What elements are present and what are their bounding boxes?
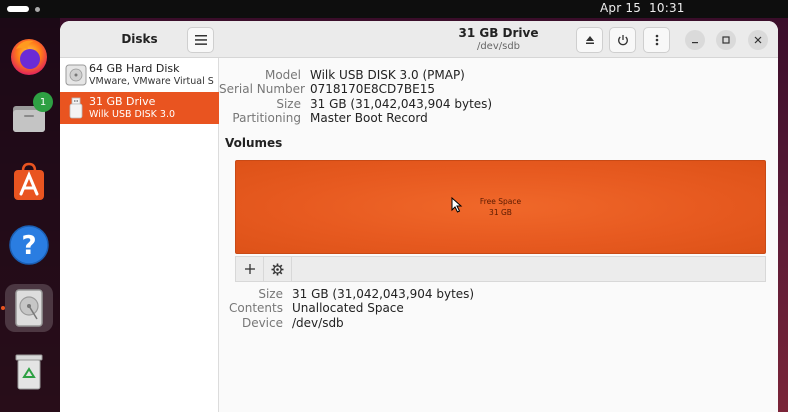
volume-block-size: 31 GB xyxy=(489,208,512,217)
volume-contents-value: Unallocated Space xyxy=(292,301,404,315)
volume-block-free-space[interactable]: Free Space 31 GB xyxy=(235,160,766,254)
dock-item-trash[interactable] xyxy=(5,348,53,396)
clock[interactable]: Apr 15 10:31 xyxy=(600,1,685,15)
firefox-icon xyxy=(11,39,47,75)
help-icon: ? xyxy=(9,225,49,265)
sidebar: Disks 64 GB Hard Disk VMware, VMware Vir… xyxy=(60,21,219,412)
hamburger-icon xyxy=(194,35,207,45)
serial-value: 0718170E8CD7BE15 xyxy=(310,82,435,96)
close-icon xyxy=(754,36,762,44)
disk-item-hard-disk[interactable]: 64 GB Hard Disk VMware, VMware Virtual S xyxy=(60,59,219,91)
svg-text:?: ? xyxy=(21,231,36,261)
sidebar-header: Disks xyxy=(60,21,219,58)
dock-item-app-center[interactable] xyxy=(5,158,53,206)
disks-window: Disks 64 GB Hard Disk VMware, VMware Vir… xyxy=(60,21,778,412)
size-label: Size xyxy=(276,97,301,111)
disk-name: 31 GB Drive xyxy=(89,95,156,108)
drive-options-button[interactable] xyxy=(643,27,670,53)
eject-icon xyxy=(585,36,594,44)
drive-panel: 31 GB Drive /dev/sdb Model Wilk USB DISK… xyxy=(219,21,778,412)
dock-item-help[interactable]: ? xyxy=(5,221,53,269)
app-center-icon xyxy=(14,162,44,200)
model-label: Model xyxy=(264,68,301,82)
disk-subtitle: VMware, VMware Virtual S xyxy=(89,76,214,87)
size-value: 31 GB (31,042,043,904 bytes) xyxy=(310,97,493,111)
clock-time: 10:31 xyxy=(649,1,685,15)
dock-item-files[interactable]: 1 xyxy=(5,92,53,142)
mouse-cursor-icon xyxy=(451,197,463,213)
volume-device-value: /dev/sdb xyxy=(292,316,344,330)
dock: 1 ? xyxy=(0,18,60,412)
maximize-icon xyxy=(722,36,730,44)
gear-icon xyxy=(271,263,284,275)
disk-name: 64 GB Hard Disk xyxy=(89,62,180,75)
activities-button[interactable] xyxy=(7,6,29,12)
maximize-button[interactable] xyxy=(716,30,736,50)
trash-icon xyxy=(15,354,43,390)
volume-size-label: Size xyxy=(258,287,283,301)
top-bar: Apr 15 10:31 xyxy=(0,0,788,18)
volume-toolbar xyxy=(235,256,766,282)
clock-date: Apr 15 xyxy=(600,1,642,15)
create-partition-button[interactable] xyxy=(236,257,264,281)
dock-item-disks[interactable] xyxy=(5,284,53,332)
hard-disk-icon xyxy=(65,64,87,86)
partition-settings-button[interactable] xyxy=(264,257,292,281)
workspace-indicator[interactable] xyxy=(35,7,40,12)
volume-block-name: Free Space xyxy=(479,197,522,206)
minimize-button[interactable] xyxy=(685,30,705,50)
volume-contents-label: Contents xyxy=(229,301,283,315)
disk-subtitle: Wilk USB DISK 3.0 xyxy=(89,109,176,120)
model-value: Wilk USB DISK 3.0 (PMAP) xyxy=(310,68,465,82)
serial-label: Serial Number xyxy=(219,82,305,96)
files-notification-badge: 1 xyxy=(33,92,53,112)
main-menu-button[interactable] xyxy=(187,27,214,53)
volume-size-value: 31 GB (31,042,043,904 bytes) xyxy=(292,287,475,301)
volume-device-label: Device xyxy=(241,316,283,330)
partitioning-label: Partitioning xyxy=(232,111,301,125)
partitioning-value: Master Boot Record xyxy=(310,111,428,125)
disks-icon xyxy=(15,289,43,327)
close-button[interactable] xyxy=(748,30,768,50)
power-icon xyxy=(617,35,628,46)
running-indicator xyxy=(1,306,5,310)
header-bar: 31 GB Drive /dev/sdb xyxy=(219,21,778,58)
disk-item-usb-drive[interactable]: 31 GB Drive Wilk USB DISK 3.0 xyxy=(60,92,219,124)
vertical-ellipsis-icon xyxy=(655,34,658,46)
plus-icon xyxy=(244,264,255,274)
dock-item-firefox[interactable] xyxy=(5,32,53,80)
usb-drive-icon xyxy=(69,97,83,119)
power-off-button[interactable] xyxy=(609,27,636,53)
minimize-icon xyxy=(692,42,698,44)
volumes-heading: Volumes xyxy=(225,136,283,150)
eject-button[interactable] xyxy=(576,27,603,53)
